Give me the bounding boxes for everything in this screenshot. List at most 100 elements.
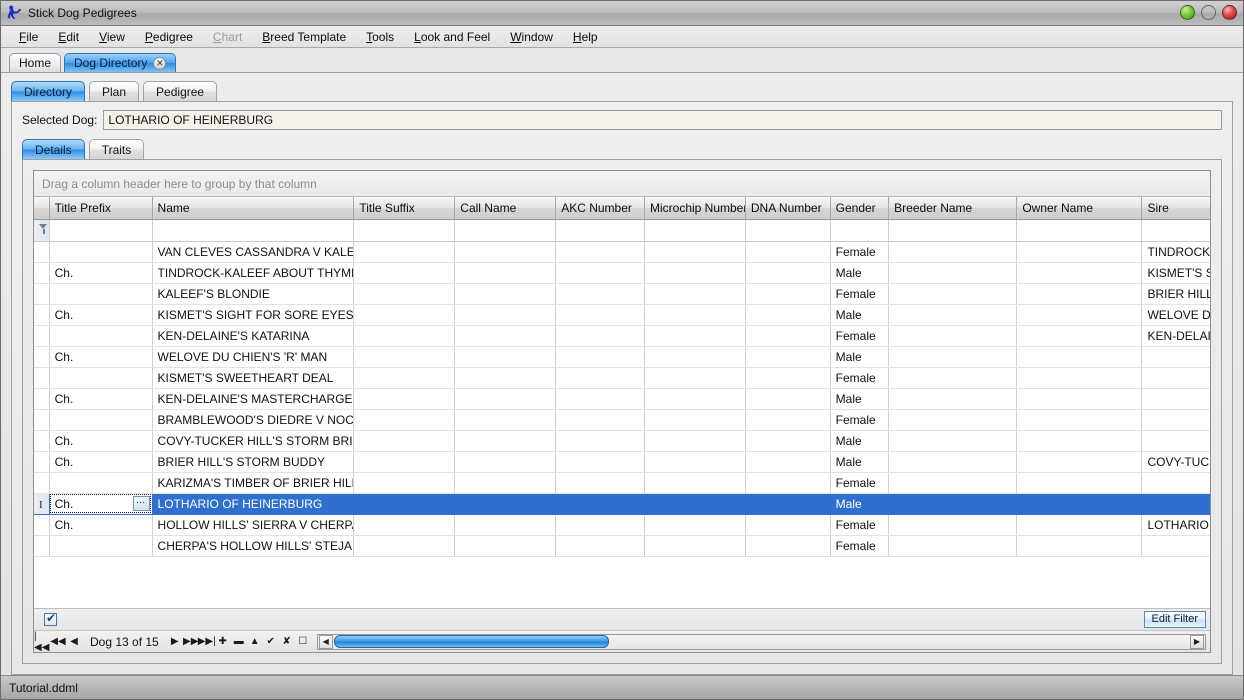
cell-title_prefix[interactable]: Ch. [49,451,152,472]
filter-cell-gender[interactable] [830,219,889,241]
cell-gender[interactable]: Female [830,325,889,346]
cell-akc_number[interactable] [556,283,645,304]
row-indicator[interactable]: I [34,493,49,514]
table-row[interactable]: Ch.COVY-TUCKER HILL'S STORM BRIERMale [34,430,1210,451]
cell-name[interactable]: BRIER HILL'S STORM BUDDY [152,451,354,472]
cell-owner_name[interactable] [1017,493,1142,514]
cell-akc_number[interactable] [556,325,645,346]
minimize-button[interactable] [1180,5,1195,20]
filter-cell-title_suffix[interactable] [354,219,455,241]
select-all-checkbox[interactable] [44,613,57,626]
nav-edit-button[interactable]: ▲ [247,633,263,651]
cell-title_suffix[interactable] [354,472,455,493]
filter-cell-title_prefix[interactable] [49,219,152,241]
cell-title_prefix[interactable] [49,367,152,388]
cell-dna_number[interactable] [745,283,830,304]
cell-dna_number[interactable] [745,430,830,451]
filter-cell-name[interactable] [152,219,354,241]
grid-header-dna_number[interactable]: DNA Number [745,197,830,219]
table-row[interactable]: Ch.KISMET'S SIGHT FOR SORE EYESMaleWELOV… [34,304,1210,325]
cell-title_suffix[interactable] [354,262,455,283]
menu-breed-template[interactable]: Breed Template [252,28,356,46]
cell-title_suffix[interactable] [354,535,455,556]
table-row[interactable]: Ch.TINDROCK-KALEEF ABOUT THYMEMaleKISMET… [34,262,1210,283]
grid-header-gender[interactable]: Gender [830,197,889,219]
cell-breeder_name[interactable] [889,472,1017,493]
cell-title_suffix[interactable] [354,493,455,514]
cell-breeder_name[interactable] [889,304,1017,325]
table-row[interactable]: Ch.KEN-DELAINE'S MASTERCHARGEMale [34,388,1210,409]
cell-name[interactable]: COVY-TUCKER HILL'S STORM BRIER [152,430,354,451]
cell-microchip_number[interactable] [644,283,745,304]
nav-add-button[interactable]: ✚ [215,633,231,651]
cell-breeder_name[interactable] [889,451,1017,472]
cell-sire[interactable]: BRIER HILL'S [1142,283,1210,304]
cell-gender[interactable]: Female [830,472,889,493]
table-row[interactable]: Ch.WELOVE DU CHIEN'S 'R' MANMale [34,346,1210,367]
cell-sire[interactable]: KEN-DELAINE [1142,325,1210,346]
cell-dna_number[interactable] [745,367,830,388]
filter-cell-akc_number[interactable] [556,219,645,241]
cell-akc_number[interactable] [556,430,645,451]
grid-header-name[interactable]: Name [152,197,354,219]
filter-cell-owner_name[interactable] [1017,219,1142,241]
cell-breeder_name[interactable] [889,514,1017,535]
cell-akc_number[interactable] [556,514,645,535]
cell-microchip_number[interactable] [644,430,745,451]
cell-gender[interactable]: Female [830,283,889,304]
row-indicator[interactable] [34,472,49,493]
menu-look-and-feel[interactable]: Look and Feel [404,28,500,46]
cell-owner_name[interactable] [1017,388,1142,409]
cell-title_suffix[interactable] [354,283,455,304]
cell-owner_name[interactable] [1017,535,1142,556]
selected-dog-input[interactable]: LOTHARIO OF HEINERBURG [103,110,1222,130]
horizontal-scrollbar[interactable]: ◀ ▶ [317,634,1206,650]
table-row[interactable]: VAN CLEVES CASSANDRA V KALEEFFemaleTINDR… [34,241,1210,262]
cell-owner_name[interactable] [1017,472,1142,493]
cell-title_prefix[interactable]: Ch. [49,514,152,535]
cell-name[interactable]: KISMET'S SWEETHEART DEAL [152,367,354,388]
cell-breeder_name[interactable] [889,388,1017,409]
cell-call_name[interactable] [455,346,556,367]
cell-name[interactable]: KEN-DELAINE'S KATARINA [152,325,354,346]
cell-akc_number[interactable] [556,304,645,325]
cell-title_prefix[interactable]: Ch. [49,430,152,451]
nav-last-button[interactable]: ▶▶| [199,633,215,651]
scroll-right-arrow-icon[interactable]: ▶ [1190,635,1204,649]
doc-tab-dog-directory[interactable]: Dog Directory ✕ [64,53,176,72]
cell-name[interactable]: KARIZMA'S TIMBER OF BRIER HILL [152,472,354,493]
cell-dna_number[interactable] [745,388,830,409]
cell-name[interactable]: LOTHARIO OF HEINERBURG [152,493,354,514]
cell-dna_number[interactable] [745,409,830,430]
row-indicator[interactable] [34,367,49,388]
cell-microchip_number[interactable] [644,304,745,325]
menu-edit[interactable]: Edit [48,28,89,46]
nav-prev-page-button[interactable]: ◀◀ [50,633,66,651]
cell-microchip_number[interactable] [644,388,745,409]
nav-refresh-button[interactable]: ☐ [295,633,311,651]
cell-microchip_number[interactable] [644,262,745,283]
cell-name[interactable]: KEN-DELAINE'S MASTERCHARGE [152,388,354,409]
cell-akc_number[interactable] [556,388,645,409]
row-indicator[interactable] [34,283,49,304]
cell-breeder_name[interactable] [889,409,1017,430]
cell-dna_number[interactable] [745,304,830,325]
cell-gender[interactable]: Male [830,346,889,367]
cell-microchip_number[interactable] [644,472,745,493]
close-icon[interactable]: ✕ [153,57,166,70]
cell-name[interactable]: KISMET'S SIGHT FOR SORE EYES [152,304,354,325]
tab-directory[interactable]: Directory [11,81,85,102]
grid-header-owner_name[interactable]: Owner Name [1017,197,1142,219]
filter-funnel-icon[interactable] [34,219,49,241]
cell-call_name[interactable] [455,325,556,346]
row-indicator[interactable] [34,325,49,346]
cell-breeder_name[interactable] [889,325,1017,346]
cell-title_suffix[interactable] [354,451,455,472]
cell-title_prefix[interactable]: Ch. [49,262,152,283]
cell-gender[interactable]: Female [830,241,889,262]
cell-gender[interactable]: Female [830,535,889,556]
cell-call_name[interactable] [455,514,556,535]
cell-gender[interactable]: Female [830,514,889,535]
cell-owner_name[interactable] [1017,262,1142,283]
table-row[interactable]: KISMET'S SWEETHEART DEALFemale [34,367,1210,388]
